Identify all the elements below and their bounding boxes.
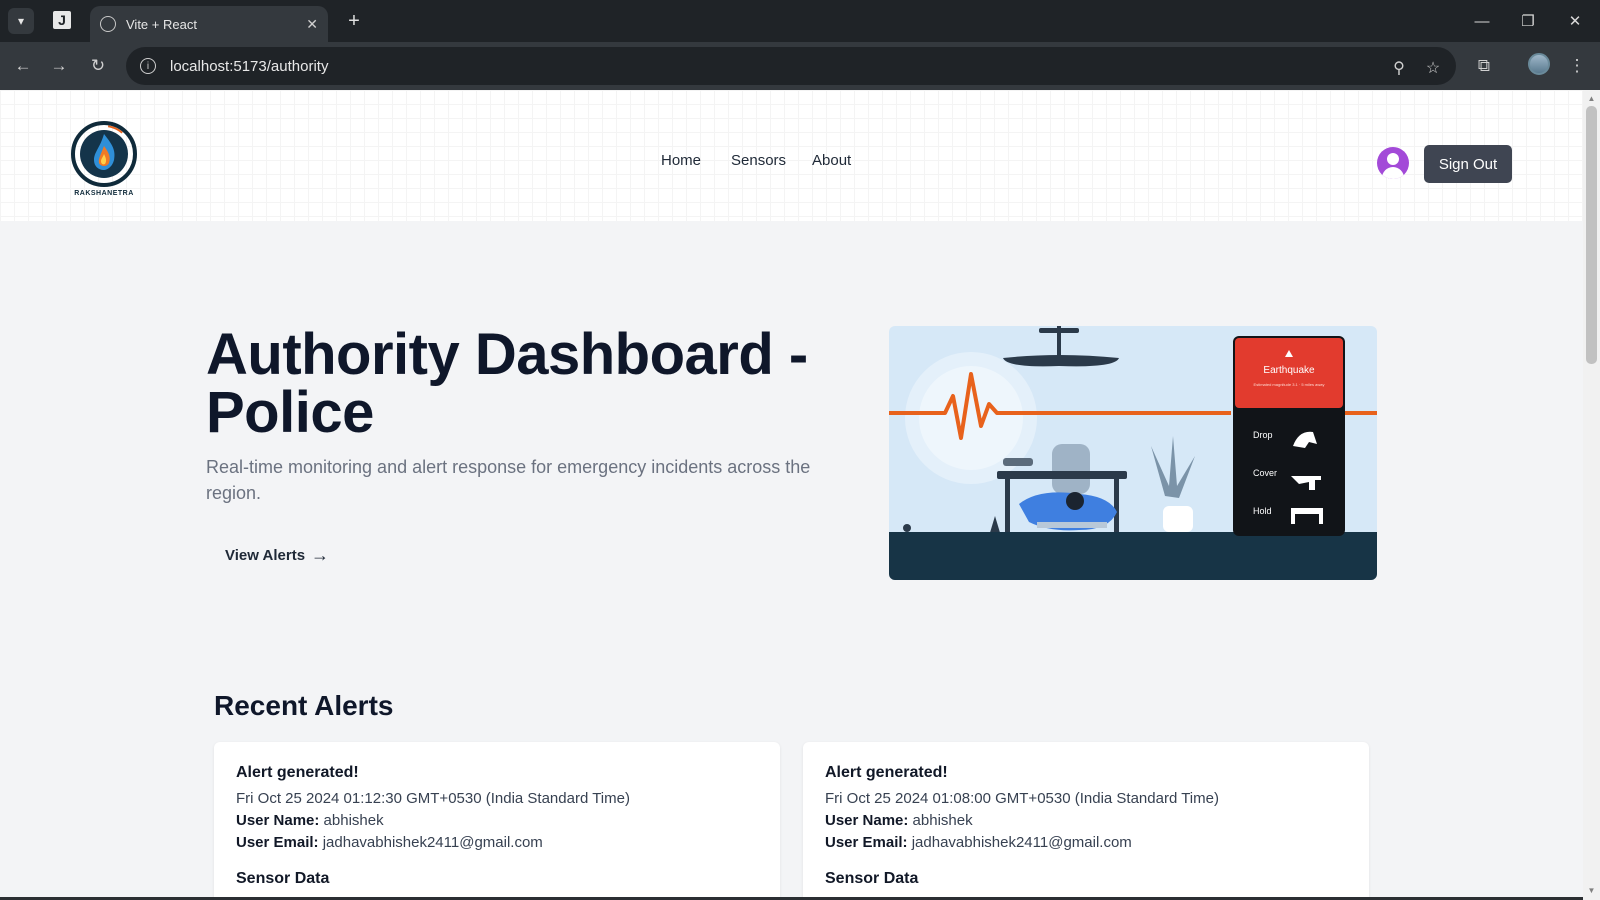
step-hold: Hold	[1253, 506, 1272, 516]
view-alerts-label: View Alerts	[225, 547, 306, 564]
page-scrollbar[interactable]: ▲ ▼	[1583, 90, 1600, 900]
site-info-icon[interactable]: i	[140, 58, 156, 74]
alert-user-name: User Name: abhishek	[236, 812, 384, 829]
earthquake-illustration: Earthquake Estimated magnitude 3.1 · 5 m…	[889, 326, 1377, 580]
tab-title: Vite + React	[126, 16, 197, 32]
scroll-down-icon[interactable]: ▼	[1587, 886, 1596, 895]
brand-logo[interactable]: RAKSHANETRA	[70, 120, 138, 206]
new-tab-button[interactable]: +	[342, 9, 366, 33]
tab-close-icon[interactable]: ✕	[306, 16, 318, 33]
page-title: Authority Dashboard - Police	[206, 322, 808, 445]
alert-timestamp: Fri Oct 25 2024 01:08:00 GMT+0530 (India…	[825, 790, 1219, 807]
nav-home[interactable]: Home	[661, 152, 701, 169]
alert-title: Alert generated!	[236, 764, 359, 781]
user-avatar[interactable]	[1377, 147, 1409, 179]
alert-timestamp: Fri Oct 25 2024 01:12:30 GMT+0530 (India…	[236, 790, 630, 807]
browser-tab[interactable]: Vite + React ✕	[90, 6, 328, 42]
arrow-right-icon: →	[311, 545, 330, 565]
scrollbar-thumb[interactable]	[1586, 106, 1597, 364]
address-bar[interactable]: i localhost:5173/authority ⚲ ☆	[126, 47, 1456, 85]
nav-sensors[interactable]: Sensors	[731, 152, 786, 169]
bookmark-star-icon[interactable]: ☆	[1422, 57, 1444, 79]
hero-subtitle: Real-time monitoring and alert response …	[206, 457, 811, 503]
browser-menu-icon[interactable]: ⋮	[1563, 52, 1591, 80]
restore-icon[interactable]: ❐	[1508, 8, 1548, 34]
scroll-up-icon[interactable]: ▲	[1587, 94, 1596, 103]
alert-user-email: User Email: jadhavabhishek2411@gmail.com	[825, 834, 1132, 851]
recent-alerts-heading: Recent Alerts	[214, 690, 394, 721]
extension-j-icon[interactable]: J	[53, 11, 71, 29]
window-close-icon[interactable]: ✕	[1555, 8, 1595, 34]
back-icon[interactable]: ←	[9, 52, 37, 80]
view-alerts-link[interactable]: View Alerts →	[225, 545, 329, 566]
phone-caption: Estimated magnitude 3.1 · 5 miles away	[1254, 382, 1325, 387]
step-drop: Drop	[1253, 430, 1273, 440]
brand-name: RAKSHANETRA	[74, 190, 134, 197]
url-text: localhost:5173/authority	[170, 57, 329, 75]
tab-search-dropdown-icon[interactable]: ▾	[8, 8, 34, 34]
alert-user-email: User Email: jadhavabhishek2411@gmail.com	[236, 834, 543, 851]
alert-card[interactable]: Alert generated! Fri Oct 25 2024 01:12:3…	[214, 742, 780, 900]
phone-heading: Earthquake	[1263, 365, 1315, 376]
sensor-data-heading: Sensor Data	[825, 870, 919, 887]
nav-about[interactable]: About	[812, 152, 851, 169]
alert-card[interactable]: Alert generated! Fri Oct 25 2024 01:08:0…	[803, 742, 1369, 900]
rakshanetra-logo-icon	[71, 121, 137, 187]
extensions-puzzle-icon[interactable]: ⧉	[1470, 52, 1498, 80]
globe-icon	[100, 16, 116, 32]
reload-icon[interactable]: ↻	[84, 52, 112, 80]
zoom-icon[interactable]: ⚲	[1388, 57, 1410, 79]
browser-tab-bar: ▾ J Vite + React ✕ + — ❐ ✕	[0, 0, 1600, 42]
step-cover: Cover	[1253, 468, 1277, 478]
minimize-icon[interactable]: —	[1462, 8, 1502, 34]
alert-title: Alert generated!	[825, 764, 948, 781]
page-content: RAKSHANETRA Home Sensors About Sign Out …	[0, 90, 1583, 900]
browser-profile-avatar[interactable]	[1528, 53, 1550, 75]
browser-toolbar: ← → ↻ i localhost:5173/authority ⚲ ☆ ⧉ ⋮	[0, 42, 1600, 90]
site-header: RAKSHANETRA Home Sensors About Sign Out	[0, 90, 1583, 221]
sign-out-button[interactable]: Sign Out	[1424, 145, 1512, 183]
forward-icon[interactable]: →	[45, 52, 73, 80]
sensor-data-heading: Sensor Data	[236, 870, 330, 887]
alert-user-name: User Name: abhishek	[825, 812, 973, 829]
